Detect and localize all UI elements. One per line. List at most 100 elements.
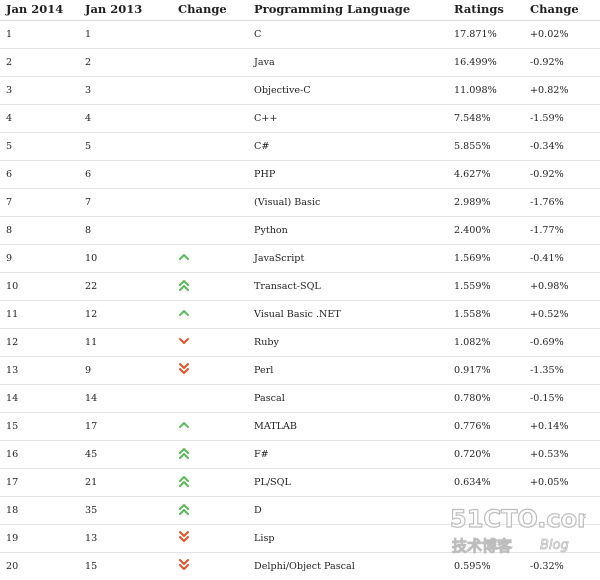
rating-change: -1.35% (524, 357, 600, 385)
language-ranking-table: Jan 2014 Jan 2013 Change Programming Lan… (0, 0, 600, 580)
rank-2014: 2 (0, 49, 79, 77)
rating-change: -1.76% (524, 189, 600, 217)
table-row: 2015Delphi/Object Pascal0.595%-0.32% (0, 553, 600, 580)
rating-value: 1.569% (448, 245, 524, 273)
trend (172, 21, 248, 49)
rating-value: 17.871% (448, 21, 524, 49)
rating-change (524, 525, 600, 553)
language-name: Ruby (248, 329, 448, 357)
arrow-up-icon (178, 419, 190, 431)
rank-2013: 9 (79, 357, 172, 385)
rating-change: +0.53% (524, 441, 600, 469)
rank-2013: 5 (79, 133, 172, 161)
rank-2013: 11 (79, 329, 172, 357)
rating-change: -1.59% (524, 105, 600, 133)
table-row: 1517MATLAB0.776%+0.14% (0, 413, 600, 441)
rating-value: 0.776% (448, 413, 524, 441)
trend (172, 217, 248, 245)
trend (172, 133, 248, 161)
rank-2014: 8 (0, 217, 79, 245)
rating-value: 0.720% (448, 441, 524, 469)
header-ratings: Ratings (448, 0, 524, 21)
language-name: JavaScript (248, 245, 448, 273)
trend (172, 273, 248, 301)
rank-2013: 6 (79, 161, 172, 189)
table-row: 55C#5.855%-0.34% (0, 133, 600, 161)
arrow-up-icon (178, 307, 190, 319)
trend (172, 357, 248, 385)
double-arrow-up-icon (178, 279, 190, 291)
header-jan-2014: Jan 2014 (0, 0, 79, 21)
table-row: 22Java16.499%-0.92% (0, 49, 600, 77)
rank-2014: 4 (0, 105, 79, 133)
table-row: 1414Pascal0.780%-0.15% (0, 385, 600, 413)
rating-change: -0.34% (524, 133, 600, 161)
trend (172, 329, 248, 357)
rank-2013: 8 (79, 217, 172, 245)
rank-2014: 19 (0, 525, 79, 553)
rank-2013: 17 (79, 413, 172, 441)
rating-change: +0.98% (524, 273, 600, 301)
rank-2013: 2 (79, 49, 172, 77)
header-jan-2013: Jan 2013 (79, 0, 172, 21)
table-row: 1211Ruby1.082%-0.69% (0, 329, 600, 357)
rating-change: -0.92% (524, 49, 600, 77)
rank-2013: 45 (79, 441, 172, 469)
rank-2013: 21 (79, 469, 172, 497)
rating-value: 2.400% (448, 217, 524, 245)
rating-value: 0.917% (448, 357, 524, 385)
language-name: PL/SQL (248, 469, 448, 497)
language-name: (Visual) Basic (248, 189, 448, 217)
trend (172, 413, 248, 441)
language-name: Java (248, 49, 448, 77)
language-name: Delphi/Object Pascal (248, 553, 448, 580)
header-ratings-change: Change (524, 0, 600, 21)
rank-2014: 10 (0, 273, 79, 301)
language-name: D (248, 497, 448, 525)
rank-2013: 12 (79, 301, 172, 329)
rating-value: 0.780% (448, 385, 524, 413)
double-arrow-up-icon (178, 447, 190, 459)
header-language: Programming Language (248, 0, 448, 21)
rating-value: 1.082% (448, 329, 524, 357)
language-name: Transact-SQL (248, 273, 448, 301)
language-name: Python (248, 217, 448, 245)
rating-change: +0.02% (524, 21, 600, 49)
table-row: 1112Visual Basic .NET1.558%+0.52% (0, 301, 600, 329)
table-row: 66PHP4.627%-0.92% (0, 161, 600, 189)
rank-2013: 14 (79, 385, 172, 413)
table-body: 11C17.871%+0.02%22Java16.499%-0.92%33Obj… (0, 21, 600, 580)
rating-change: -0.15% (524, 385, 600, 413)
trend (172, 497, 248, 525)
rating-change: -0.32% (524, 553, 600, 580)
rank-2013: 35 (79, 497, 172, 525)
trend (172, 245, 248, 273)
rating-change: -1.77% (524, 217, 600, 245)
rank-2014: 17 (0, 469, 79, 497)
rating-change: -0.41% (524, 245, 600, 273)
arrow-down-icon (178, 335, 190, 347)
rating-change: +0.05% (524, 469, 600, 497)
table-row: 33Objective-C11.098%+0.82% (0, 77, 600, 105)
rating-value: 7.548% (448, 105, 524, 133)
rating-change: +0.82% (524, 77, 600, 105)
language-name: MATLAB (248, 413, 448, 441)
rating-value (448, 525, 524, 553)
rank-2013: 22 (79, 273, 172, 301)
table-row: 910JavaScript1.569%-0.41% (0, 245, 600, 273)
rating-value: 0.595% (448, 553, 524, 580)
rank-2013: 7 (79, 189, 172, 217)
trend (172, 161, 248, 189)
language-name: Pascal (248, 385, 448, 413)
table-row: 1913Lisp (0, 525, 600, 553)
rank-2014: 16 (0, 441, 79, 469)
rank-2014: 9 (0, 245, 79, 273)
rating-change: -0.92% (524, 161, 600, 189)
language-name: Visual Basic .NET (248, 301, 448, 329)
rating-value: 1.559% (448, 273, 524, 301)
table-row: 11C17.871%+0.02% (0, 21, 600, 49)
trend (172, 469, 248, 497)
table-row: 1645F#0.720%+0.53% (0, 441, 600, 469)
rank-2014: 18 (0, 497, 79, 525)
language-name: C (248, 21, 448, 49)
